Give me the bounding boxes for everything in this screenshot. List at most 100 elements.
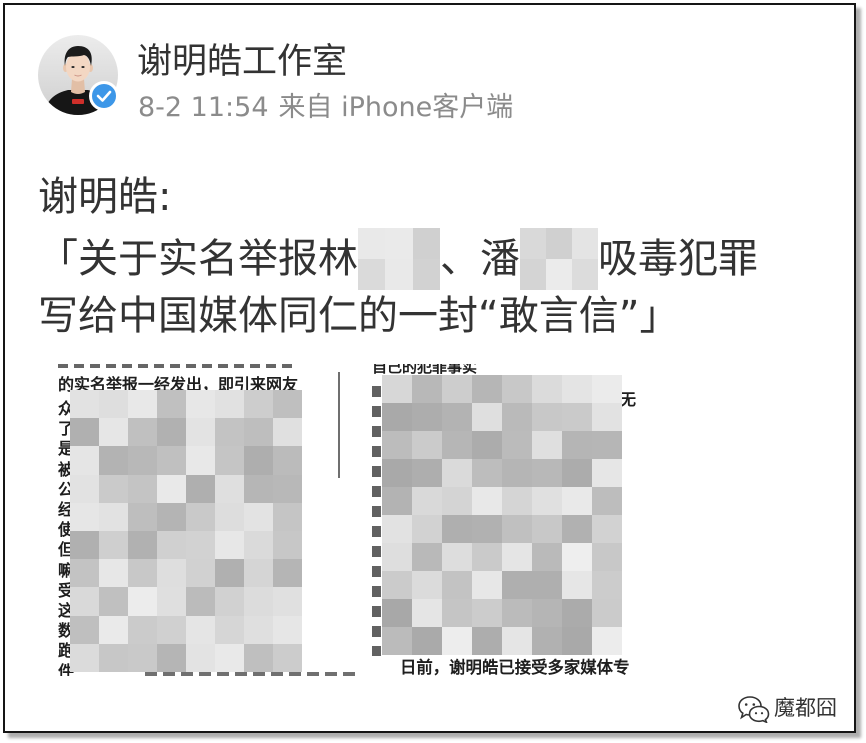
mosaic-cell [244,390,273,419]
mosaic-cell [157,615,186,644]
mosaic-cell [382,487,412,515]
check-icon [96,90,112,102]
mosaic-cell [412,599,442,627]
mosaic-cell [157,446,186,475]
mosaic-cell [99,418,128,447]
doc-mosaic-right [382,375,622,655]
mosaic-cell [592,431,622,459]
mosaic-cell [502,375,532,403]
mosaic-cell [520,228,546,259]
mosaic-cell [215,643,244,672]
mosaic-cell [562,543,592,571]
redacted-name-mosaic [358,228,440,290]
mosaic-cell [70,418,99,447]
mosaic-cell [358,228,386,259]
mosaic-cell [562,375,592,403]
mosaic-cell [592,459,622,487]
verified-badge-icon [89,81,119,111]
mosaic-cell [502,571,532,599]
mosaic-cell [128,615,157,644]
mosaic-cell [99,390,128,419]
mosaic-cell [157,643,186,672]
mosaic-cell [442,403,472,431]
mosaic-cell [472,515,502,543]
doc-edge-char: 无 [620,390,637,409]
cut-text-fragment [145,672,355,676]
mosaic-cell [592,599,622,627]
post-time[interactable]: 8-2 11:54 [138,92,269,123]
mosaic-cell [273,446,302,475]
mosaic-cell [572,259,598,290]
post-text-segment: 吸毒犯罪 [598,236,758,282]
cut-text-fragment [372,386,381,656]
mosaic-cell [412,431,442,459]
mosaic-cell [442,627,472,655]
mosaic-cell [385,228,413,259]
mosaic-cell [412,543,442,571]
mosaic-cell [186,390,215,419]
mosaic-cell [99,559,128,588]
mosaic-cell [70,559,99,588]
mosaic-cell [382,627,412,655]
mosaic-cell [157,559,186,588]
mosaic-cell [186,559,215,588]
mosaic-cell [442,599,472,627]
mosaic-cell [215,615,244,644]
mosaic-cell [472,487,502,515]
mosaic-cell [382,515,412,543]
mosaic-cell [244,474,273,503]
mosaic-cell [128,502,157,531]
post-image[interactable]: 的实名举报一经发出，即引来网友 众 了 是 被 公 经 使 但 嘛 受 这 数 … [55,364,640,676]
mosaic-cell [592,375,622,403]
mosaic-cell [562,627,592,655]
mosaic-cell [128,390,157,419]
mosaic-cell [385,259,413,290]
mosaic-cell [70,531,99,560]
mosaic-cell [273,502,302,531]
mosaic-cell [186,474,215,503]
mosaic-cell [592,487,622,515]
mosaic-cell [442,375,472,403]
mosaic-cell [562,459,592,487]
mosaic-cell [502,599,532,627]
mosaic-cell [532,599,562,627]
mosaic-cell [502,459,532,487]
mosaic-cell [157,418,186,447]
mosaic-cell [244,587,273,616]
mosaic-cell [382,375,412,403]
mosaic-cell [502,627,532,655]
mosaic-cell [532,487,562,515]
mosaic-cell [128,446,157,475]
mosaic-cell [273,390,302,419]
mosaic-cell [442,543,472,571]
mosaic-cell [546,228,572,259]
mosaic-cell [412,571,442,599]
doc-text-line: 自己的犯罪事实 [372,364,478,376]
mosaic-cell [128,559,157,588]
mosaic-cell [99,502,128,531]
mosaic-cell [502,403,532,431]
mosaic-cell [157,502,186,531]
mosaic-cell [382,431,412,459]
author-name[interactable]: 谢明皓工作室 [137,41,347,83]
watermark-text: 魔都囧 [774,696,837,720]
mosaic-cell [562,487,592,515]
mosaic-cell [532,627,562,655]
mosaic-cell [186,418,215,447]
mosaic-cell [382,571,412,599]
mosaic-cell [412,403,442,431]
doc-text-line: 日前，谢明皓已接受多家媒体专 [400,658,630,676]
post-text-segment: 「关于实名举报林 [38,236,358,282]
cut-text-fragment [58,364,298,368]
mosaic-cell [562,431,592,459]
mosaic-cell [215,418,244,447]
mosaic-cell [358,259,386,290]
mosaic-cell [70,502,99,531]
mosaic-cell [244,446,273,475]
mosaic-cell [215,531,244,560]
mosaic-cell [442,571,472,599]
mosaic-cell [532,543,562,571]
mosaic-cell [99,531,128,560]
mosaic-cell [70,446,99,475]
mosaic-cell [532,459,562,487]
